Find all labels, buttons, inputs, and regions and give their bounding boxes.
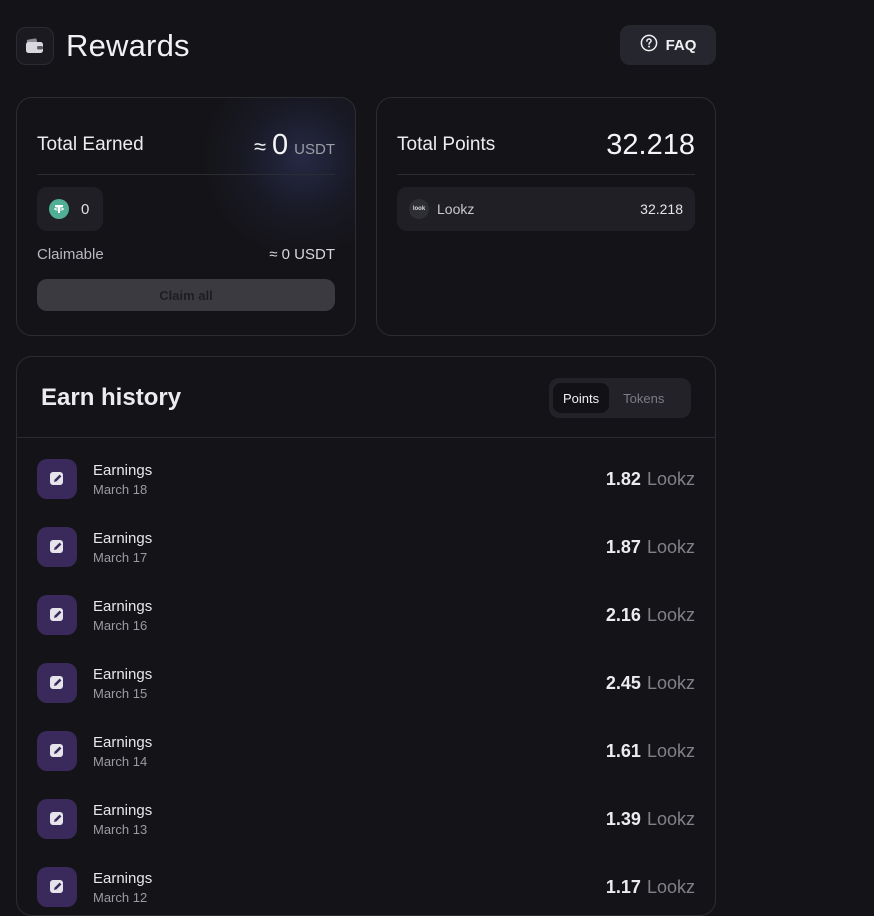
points-source-value: 32.218 [640, 201, 683, 217]
summary-cards: Total Earned ≈ 0 USDT 0 Claimable ≈ 0 US… [16, 97, 716, 336]
total-earned-value: ≈ 0 USDT [254, 129, 335, 162]
item-date: March 18 [93, 482, 148, 497]
amount-value: 1.39 [605, 809, 641, 829]
list-item: Earnings March 18 1.82 Lookz [37, 459, 695, 527]
list-item: Earnings March 17 1.87 Lookz [37, 527, 695, 595]
amount-unit: Lookz [646, 605, 695, 625]
total-earned-amount: 0 [272, 128, 289, 161]
token-balance-chip: 0 [37, 187, 103, 231]
item-date: March 15 [93, 686, 148, 701]
edit-icon [37, 595, 77, 635]
earn-history-title: Earn history [41, 384, 182, 411]
item-amount: 2.16 Lookz [606, 595, 695, 626]
claimable-row: Claimable ≈ 0 USDT [37, 246, 335, 263]
edit-icon [37, 867, 77, 907]
amount-unit: Lookz [646, 673, 695, 693]
item-date: March 17 [93, 550, 148, 565]
list-item: Earnings March 12 1.17 Lookz [37, 867, 695, 915]
item-title: Earnings [93, 462, 153, 479]
tether-icon [49, 199, 69, 219]
edit-icon [37, 527, 77, 567]
claim-all-button[interactable]: Claim all [37, 279, 335, 311]
item-amount: 1.87 Lookz [606, 527, 695, 558]
amount-unit: Lookz [646, 877, 695, 897]
total-earned-label: Total Earned [37, 134, 144, 155]
points-source-row: look Lookz 32.218 [397, 187, 695, 231]
divider [17, 437, 715, 438]
edit-icon [37, 799, 77, 839]
item-title: Earnings [93, 870, 153, 887]
amount-unit: Lookz [646, 537, 695, 557]
item-date: March 16 [93, 618, 148, 633]
claimable-label: Claimable [37, 246, 104, 263]
tab-points[interactable]: Points [553, 383, 610, 413]
question-circle-icon [640, 34, 658, 56]
divider [37, 174, 335, 175]
amount-value: 1.61 [605, 741, 641, 761]
amount-unit: Lookz [646, 469, 695, 489]
points-source-name: Lookz [437, 201, 475, 217]
item-amount: 1.17 Lookz [606, 867, 695, 898]
earn-history-panel: Earn history Points Tokens Earnings Marc… [16, 356, 716, 916]
item-date: March 12 [93, 890, 148, 905]
tab-tokens[interactable]: Tokens [613, 383, 674, 413]
amount-value: 2.45 [605, 673, 641, 693]
item-amount: 1.61 Lookz [606, 731, 695, 762]
item-amount: 1.82 Lookz [606, 459, 695, 490]
item-title: Earnings [93, 530, 153, 547]
wallet-icon [16, 27, 54, 65]
earn-history-list: Earnings March 18 1.82 Lookz Earnings Ma… [37, 459, 695, 915]
item-amount: 1.39 Lookz [606, 799, 695, 830]
list-item: Earnings March 15 2.45 Lookz [37, 663, 695, 731]
item-title: Earnings [93, 666, 153, 683]
token-balance-value: 0 [81, 200, 90, 218]
item-title: Earnings [93, 802, 153, 819]
amount-value: 1.17 [605, 877, 641, 897]
approx-symbol: ≈ [253, 133, 267, 159]
list-item: Earnings March 16 2.16 Lookz [37, 595, 695, 663]
faq-button[interactable]: FAQ [620, 25, 716, 65]
amount-unit: Lookz [646, 741, 695, 761]
amount-value: 1.87 [605, 537, 641, 557]
lookz-logo-icon: look [409, 199, 429, 219]
item-date: March 14 [93, 754, 148, 769]
item-title: Earnings [93, 734, 153, 751]
claimable-value: ≈ 0 USDT [269, 246, 335, 263]
list-item: Earnings March 14 1.61 Lookz [37, 731, 695, 799]
edit-icon [37, 731, 77, 771]
page-title: Rewards [66, 28, 190, 63]
page-header: Rewards FAQ [16, 24, 716, 68]
amount-value: 1.82 [605, 469, 641, 489]
item-date: March 13 [93, 822, 148, 837]
total-points-card: Total Points 32.218 look Lookz 32.218 [376, 97, 716, 336]
amount-value: 2.16 [605, 605, 641, 625]
faq-label: FAQ [665, 36, 697, 54]
total-earned-card: Total Earned ≈ 0 USDT 0 Claimable ≈ 0 US… [16, 97, 356, 336]
total-points-value: 32.218 [606, 128, 695, 161]
list-item: Earnings March 13 1.39 Lookz [37, 799, 695, 867]
history-tab-switcher: Points Tokens [549, 378, 691, 418]
divider [397, 174, 695, 175]
edit-icon [37, 459, 77, 499]
item-title: Earnings [93, 598, 153, 615]
item-amount: 2.45 Lookz [606, 663, 695, 694]
amount-unit: Lookz [646, 809, 695, 829]
edit-icon [37, 663, 77, 703]
total-points-label: Total Points [397, 134, 496, 155]
rewards-page: Rewards FAQ Total Earned ≈ 0 USDT 0 Clai… [16, 24, 716, 916]
total-earned-unit: USDT [294, 140, 335, 158]
